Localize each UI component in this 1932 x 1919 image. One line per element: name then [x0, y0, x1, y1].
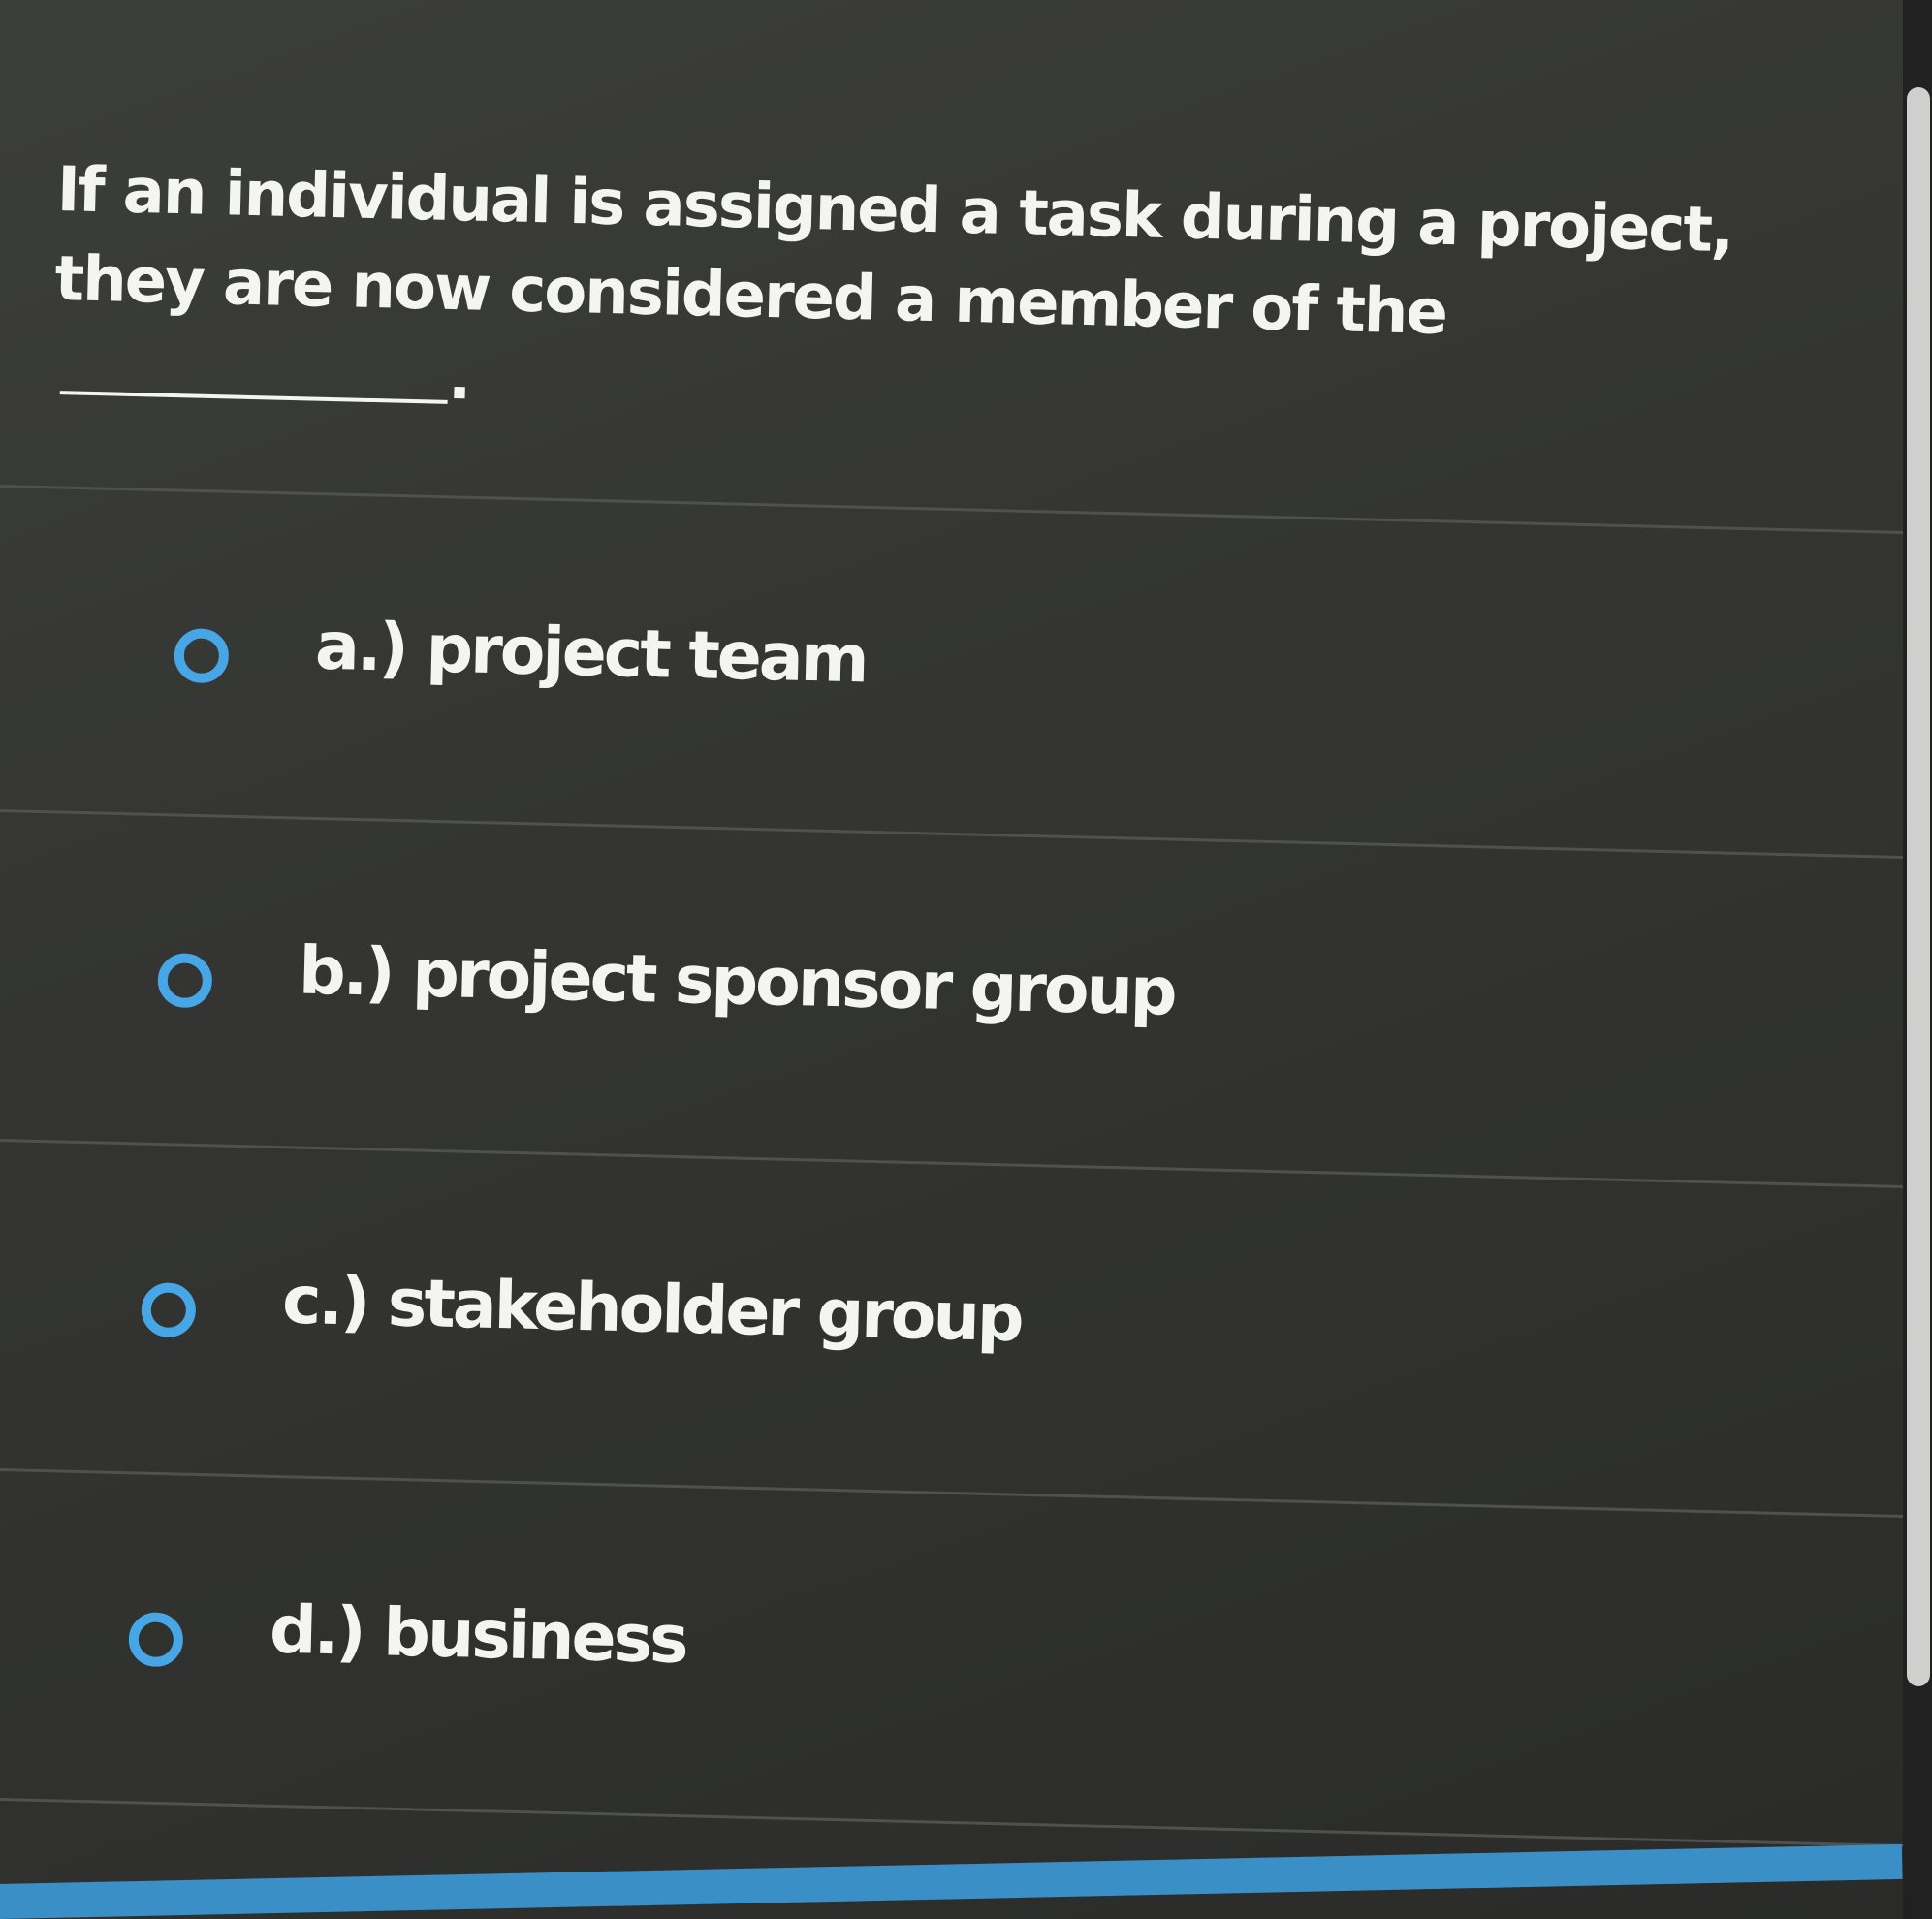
divider — [0, 1798, 1932, 1848]
option-d-label: d.) business — [269, 1591, 687, 1680]
divider — [0, 1468, 1932, 1519]
radio-button-b[interactable] — [157, 953, 213, 1009]
divider — [0, 1139, 1932, 1189]
divider — [0, 809, 1932, 860]
radio-button-d[interactable] — [128, 1612, 184, 1668]
quiz-screen: If an individual is assigned a task duri… — [0, 0, 1932, 1919]
question-text: If an individual is assigned a task duri… — [51, 145, 1821, 456]
radio-button-c[interactable] — [141, 1282, 197, 1338]
option-a[interactable]: a.) project team — [174, 591, 1823, 747]
answer-blank — [59, 391, 448, 404]
option-a-label: a.) project team — [314, 608, 868, 699]
option-c-label: c.) stakeholder group — [281, 1262, 1023, 1358]
divider — [0, 485, 1932, 535]
option-b[interactable]: b.) project sponsor group — [157, 916, 1807, 1072]
option-d[interactable]: d.) business — [128, 1575, 1778, 1731]
scrollbar-thumb[interactable] — [1907, 87, 1930, 1686]
question-end-punctuation: . — [447, 341, 471, 415]
option-c[interactable]: c.) stakeholder group — [141, 1245, 1790, 1401]
bottom-accent-bar — [0, 1843, 1903, 1919]
radio-button-a[interactable] — [174, 628, 230, 684]
option-b-label: b.) project sponsor group — [298, 932, 1176, 1031]
question-prompt: If an individual is assigned a task duri… — [53, 153, 1734, 350]
scrollbar-track[interactable] — [1903, 0, 1932, 1919]
